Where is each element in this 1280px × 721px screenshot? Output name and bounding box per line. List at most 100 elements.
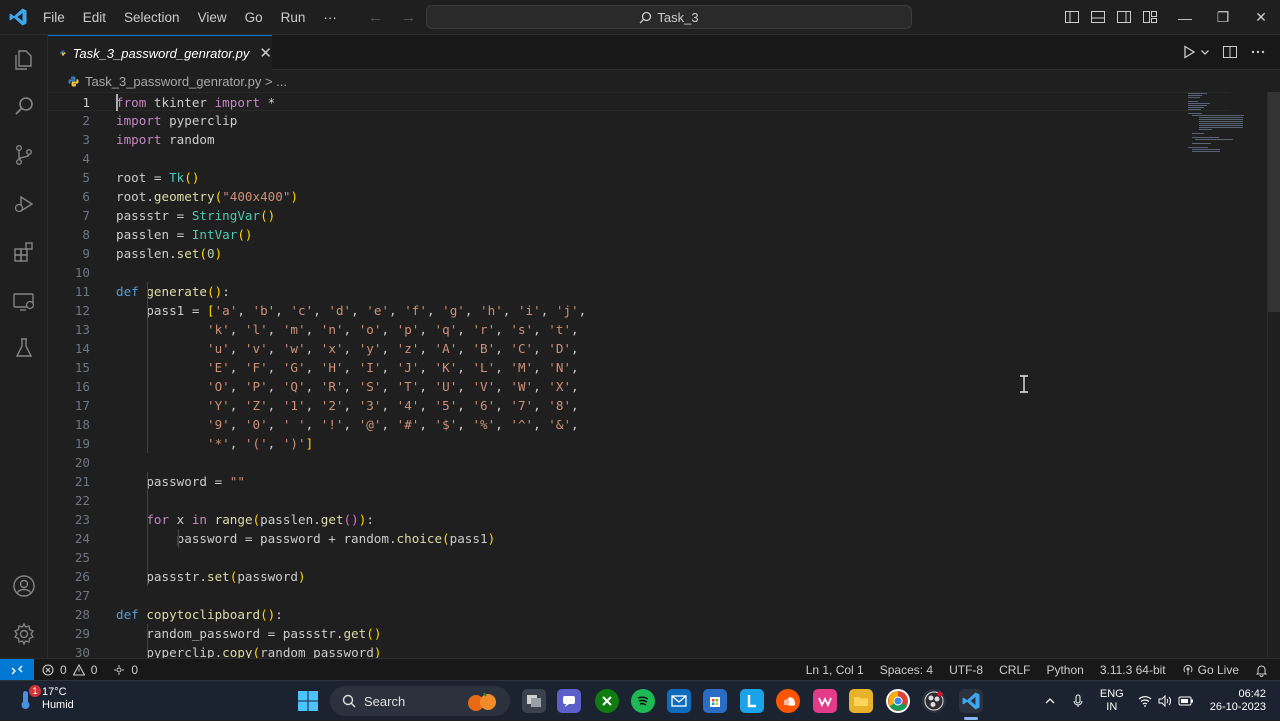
task-view-icon[interactable] (522, 689, 546, 713)
code-editor[interactable]: 1 from tkinter import * 2 import pyperclip 3… (48, 92, 1268, 658)
battery-icon[interactable] (1178, 696, 1194, 706)
weather-widget[interactable]: 1 17°C Humid (14, 685, 74, 712)
testing-icon[interactable] (11, 335, 37, 361)
code-line[interactable]: 10 (48, 263, 1228, 282)
language-indicator[interactable]: ENG IN (1100, 688, 1124, 714)
soundcloud-icon[interactable] (776, 689, 800, 713)
python-interpreter[interactable]: 3.11.3 64-bit (1100, 663, 1166, 677)
code-line[interactable]: 11 def generate(): (48, 282, 1228, 301)
toggle-secondary-sidebar-icon[interactable] (1116, 9, 1132, 25)
code-line[interactable]: 25 (48, 548, 1228, 567)
indentation[interactable]: Spaces: 4 (880, 663, 933, 677)
code-line[interactable]: 21 password = "" (48, 472, 1228, 491)
chevron-down-icon[interactable] (1200, 47, 1210, 57)
extensions-icon[interactable] (11, 239, 37, 265)
menu-edit[interactable]: Edit (74, 10, 115, 25)
menu-selection[interactable]: Selection (115, 10, 189, 25)
volume-icon[interactable] (1158, 695, 1172, 707)
code-line[interactable]: 12 pass1 = ['a', 'b', 'c', 'd', 'e', 'f'… (48, 301, 1228, 320)
obs-icon[interactable] (922, 689, 946, 713)
close-window-button[interactable]: ✕ (1242, 0, 1280, 35)
code-line[interactable]: 20 (48, 453, 1228, 472)
code-line[interactable]: 26 passstr.set(password) (48, 567, 1228, 586)
wifi-icon[interactable] (1138, 695, 1152, 707)
explorer-icon[interactable] (11, 47, 37, 73)
minimize-button[interactable]: — (1166, 0, 1204, 35)
code-line[interactable]: 9 passlen.set(0) (48, 244, 1228, 263)
go-live-button[interactable]: Go Live (1182, 663, 1239, 677)
microsoft-store-icon[interactable] (703, 689, 727, 713)
code-line[interactable]: 5 root = Tk() (48, 168, 1228, 187)
code-line[interactable]: 16 'O', 'P', 'Q', 'R', 'S', 'T', 'U', 'V… (48, 377, 1228, 396)
toggle-panel-icon[interactable] (1090, 9, 1106, 25)
l-app-icon[interactable] (740, 689, 764, 713)
notifications-bell-icon[interactable] (1255, 664, 1268, 677)
windows-start-icon[interactable] (296, 689, 320, 713)
vscode-taskbar-icon[interactable] (959, 689, 983, 713)
menu-run[interactable]: Run (272, 10, 315, 25)
menu-view[interactable]: View (189, 10, 236, 25)
forward-arrow-icon[interactable]: → (401, 9, 416, 26)
code-line[interactable]: 29 random_password = passstr.get() (48, 624, 1228, 643)
account-icon[interactable] (11, 573, 37, 599)
tab-close-icon[interactable]: ✕ (259, 44, 272, 62)
breadcrumb-file[interactable]: Task_3_password_genrator.py (85, 74, 261, 89)
run-python-file-icon[interactable] (1182, 45, 1196, 59)
search-icon[interactable] (11, 93, 37, 119)
cursor-position[interactable]: Ln 1, Col 1 (806, 663, 864, 677)
code-line[interactable]: 28 def copytoclipboard(): (48, 605, 1228, 624)
encoding[interactable]: UTF-8 (949, 663, 983, 677)
settings-gear-icon[interactable] (11, 621, 37, 647)
end-of-line[interactable]: CRLF (999, 663, 1030, 677)
code-line[interactable]: 22 (48, 491, 1228, 510)
restore-button[interactable]: ❐ (1204, 0, 1242, 35)
file-explorer-icon[interactable] (849, 689, 873, 713)
chevron-up-icon[interactable] (1044, 695, 1056, 707)
scrollbar-thumb[interactable] (1268, 92, 1280, 312)
taskbar-search[interactable]: Search (330, 686, 510, 716)
code-line[interactable]: 14 'u', 'v', 'w', 'x', 'y', 'z', 'A', 'B… (48, 339, 1228, 358)
customize-layout-icon[interactable] (1142, 9, 1158, 25)
code-line[interactable]: 6 root.geometry("400x400") (48, 187, 1228, 206)
code-line[interactable]: 4 (48, 149, 1228, 168)
menu-file[interactable]: File (34, 10, 74, 25)
code-line[interactable]: 1 from tkinter import * (48, 92, 1228, 111)
more-actions-icon[interactable] (1250, 44, 1266, 60)
source-control-icon[interactable] (11, 142, 37, 168)
split-editor-icon[interactable] (1222, 44, 1238, 60)
breadcrumb-symbols[interactable]: ... (276, 74, 287, 89)
code-line[interactable]: 3 import random (48, 130, 1228, 149)
code-line[interactable]: 30 pyperclip.copy(random_password) (48, 643, 1228, 658)
remote-explorer-icon[interactable] (11, 288, 37, 314)
code-line[interactable]: 13 'k', 'l', 'm', 'n', 'o', 'p', 'q', 'r… (48, 320, 1228, 339)
remote-indicator-icon[interactable] (0, 658, 34, 681)
code-line[interactable]: 2 import pyperclip (48, 111, 1228, 130)
code-line[interactable]: 8 passlen = IntVar() (48, 225, 1228, 244)
back-arrow-icon[interactable]: ← (368, 9, 383, 26)
code-line[interactable]: 27 (48, 586, 1228, 605)
mail-icon[interactable] (667, 689, 691, 713)
problems-indicator[interactable]: 0 0 0 (42, 663, 138, 677)
teams-chat-icon[interactable] (557, 689, 581, 713)
command-center[interactable]: Task_3 (426, 5, 912, 29)
spotify-icon[interactable] (631, 689, 655, 713)
code-line[interactable]: 18 '9', '0', ' ', '!', '@', '#', '$', '%… (48, 415, 1228, 434)
code-line[interactable]: 24 password = password + random.choice(p… (48, 529, 1228, 548)
menu-more[interactable]: ··· (314, 10, 346, 25)
chrome-icon[interactable] (886, 689, 910, 713)
microphone-icon[interactable] (1072, 694, 1084, 708)
tab-password-generator[interactable]: Task_3_password_genrator.py ✕ (48, 35, 272, 70)
toggle-primary-sidebar-icon[interactable] (1064, 9, 1080, 25)
xbox-icon[interactable] (595, 689, 619, 713)
run-debug-icon[interactable] (11, 191, 37, 217)
code-line[interactable]: 15 'E', 'F', 'G', 'H', 'I', 'J', 'K', 'L… (48, 358, 1228, 377)
minimap[interactable] (1188, 92, 1256, 172)
code-line[interactable]: 7 passstr = StringVar() (48, 206, 1228, 225)
code-line[interactable]: 17 'Y', 'Z', '1', '2', '3', '4', '5', '6… (48, 396, 1228, 415)
menu-go[interactable]: Go (236, 10, 272, 25)
code-line[interactable]: 19 '*', '(', ')'] (48, 434, 1228, 453)
clock[interactable]: 06:42 26-10-2023 (1210, 688, 1266, 714)
code-line[interactable]: 23 for x in range(passlen.get()): (48, 510, 1228, 529)
language-mode[interactable]: Python (1046, 663, 1083, 677)
whiteboard-icon[interactable] (813, 689, 837, 713)
